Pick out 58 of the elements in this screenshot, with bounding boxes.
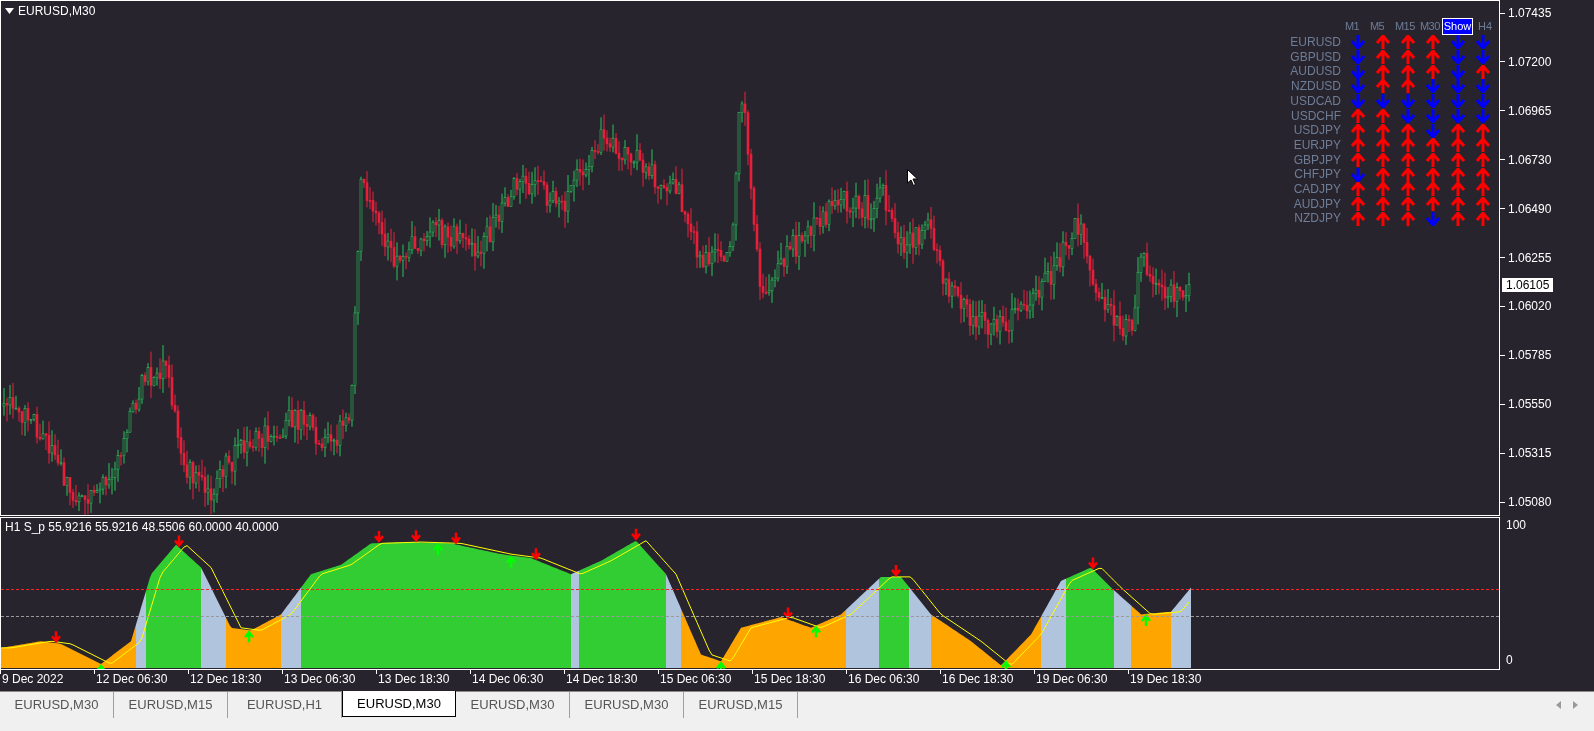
price-tick-label: 1.06965 xyxy=(1508,104,1552,117)
chart-tab[interactable]: EURUSD,M15 xyxy=(684,692,798,718)
time-axis-label: 19 Dec 06:30 xyxy=(1036,673,1108,685)
dropdown-triangle-icon[interactable] xyxy=(5,8,14,14)
timeframe-header: H4 xyxy=(1476,19,1493,34)
timeframe-header: M1 xyxy=(1345,19,1361,34)
currency-pair-label: USDCAD xyxy=(1290,93,1342,109)
timeframe-header: M5 xyxy=(1370,19,1386,34)
chart-symbol-title: EURUSD,M30 xyxy=(18,5,96,17)
currency-pair-label: CADJPY xyxy=(1293,182,1342,197)
chart-tab[interactable]: EURUSD,M30 xyxy=(456,692,570,718)
time-axis-label: 16 Dec 06:30 xyxy=(848,673,920,685)
currency-pair-label: GBPUSD xyxy=(1290,49,1342,65)
time-axis-label: 13 Dec 06:30 xyxy=(284,673,356,685)
currency-pair-label: CHFJPY xyxy=(1294,167,1342,183)
time-axis-label: 14 Dec 18:30 xyxy=(566,673,638,685)
mouse-cursor-icon xyxy=(907,169,918,186)
price-tick-label: 1.05785 xyxy=(1508,349,1552,362)
timeframe-header: M15 xyxy=(1395,19,1416,34)
price-tick-label: 1.07435 xyxy=(1508,7,1552,19)
timeframe-header: M30 xyxy=(1420,19,1441,34)
time-axis-label: 19 Dec 18:30 xyxy=(1130,673,1202,685)
chart-tab[interactable]: EURUSD,M15 xyxy=(114,692,228,718)
scroll-left-icon[interactable] xyxy=(1556,701,1561,709)
price-tick-label: 1.05550 xyxy=(1508,398,1552,411)
price-tick-label: 1.06020 xyxy=(1508,300,1552,313)
indicator-label: H1 S_p 55.9216 55.9216 48.5506 60.0000 40.0000 xyxy=(5,521,279,533)
currency-pair-label: EURJPY xyxy=(1293,137,1342,153)
indicator-axis-label: 0 xyxy=(1506,654,1514,666)
time-axis-label: 13 Dec 18:30 xyxy=(378,673,450,685)
price-tick-label: 1.06730 xyxy=(1508,153,1552,166)
price-tick-label: 1.06255 xyxy=(1508,251,1552,264)
time-axis-label: 12 Dec 06:30 xyxy=(96,673,168,685)
currency-pair-label: USDJPY xyxy=(1293,123,1342,138)
time-axis-label: 9 Dec 2022 xyxy=(2,673,64,685)
time-axis-label: 15 Dec 06:30 xyxy=(660,673,732,685)
chart-tab[interactable]: EURUSD,M30 xyxy=(0,692,114,718)
price-tick-label: 1.05080 xyxy=(1508,496,1552,508)
current-price-label: 1.06105 xyxy=(1502,278,1554,292)
indicator-axis-label: 100 xyxy=(1506,519,1528,531)
time-axis-label: 12 Dec 18:30 xyxy=(190,673,262,685)
currency-pair-label: NZDUSD xyxy=(1291,79,1342,94)
show-button[interactable]: Show xyxy=(1441,18,1474,35)
currency-pair-label: USDCHF xyxy=(1291,108,1342,124)
currency-pair-label: AUDUSD xyxy=(1290,64,1342,80)
time-axis-label: 15 Dec 18:30 xyxy=(754,673,826,685)
currency-pair-label: AUDJPY xyxy=(1293,196,1342,212)
chart-tab[interactable]: EURUSD,M30 xyxy=(570,692,684,718)
price-tick-label: 1.07200 xyxy=(1508,55,1552,68)
scroll-right-icon[interactable] xyxy=(1573,701,1578,709)
currency-pair-label: EURUSD xyxy=(1290,35,1342,50)
chart-tab[interactable]: EURUSD,M30 xyxy=(342,691,456,717)
currency-pair-label: GBPJPY xyxy=(1293,152,1342,168)
time-axis-label: 14 Dec 06:30 xyxy=(472,673,544,685)
time-axis-label: 16 Dec 18:30 xyxy=(942,673,1014,685)
price-tick-label: 1.06490 xyxy=(1508,202,1552,215)
currency-pair-label: NZDJPY xyxy=(1294,211,1342,227)
price-tick-label: 1.05315 xyxy=(1508,447,1552,460)
